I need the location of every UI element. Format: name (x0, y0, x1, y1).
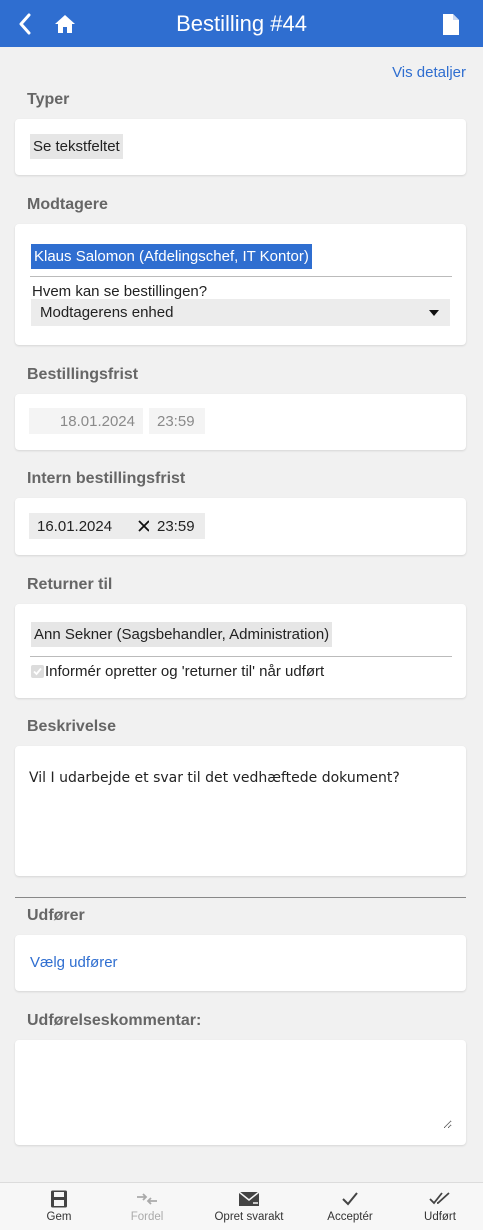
recipient-chip[interactable]: Klaus Salomon (Afdelingschef, IT Kontor) (31, 244, 312, 269)
beskrivelse-card: Vil I udarbejde et svar til det vedhæfte… (15, 746, 466, 876)
section-label-intern-frist: Intern bestillingsfrist (27, 470, 186, 487)
save-label: Gem (46, 1211, 72, 1223)
return-to-input-underline (30, 656, 452, 657)
visibility-question: Hvem kan se bestillingen? (32, 283, 208, 300)
section-label-kommentar: Udførelseskommentar: (27, 1012, 202, 1029)
section-label-returner-til: Returner til (27, 576, 113, 593)
return-to-chip[interactable]: Ann Sekner (Sagsbehandler, Administratio… (31, 622, 333, 647)
section-label-modtagere: Modtagere (27, 196, 108, 213)
document-icon[interactable] (438, 11, 464, 37)
page-title: Bestilling #44 (176, 11, 307, 36)
double-check-icon (429, 1190, 451, 1208)
accept-button[interactable]: Acceptér (311, 1183, 389, 1230)
accept-label: Acceptér (327, 1211, 373, 1223)
type-chip[interactable]: Se tekstfeltet (30, 134, 123, 159)
bestillingsfrist-card: 18.01.2024 23:59 (15, 394, 466, 450)
done-label: Udført (424, 1211, 456, 1223)
show-details-link[interactable]: Vis detaljer (392, 64, 466, 81)
section-label-udforer: Udfører (27, 907, 85, 924)
section-label-bestillingsfrist: Bestillingsfrist (27, 366, 139, 383)
returner-til-card: Ann Sekner (Sagsbehandler, Administratio… (15, 604, 466, 698)
bottom-toolbar: Gem Fordel Opret svarakt Acceptér Udført (0, 1182, 483, 1230)
create-reply-label: Opret svarakt (214, 1211, 284, 1223)
deadline-date-field: 18.01.2024 (29, 408, 143, 434)
caret-down-icon (429, 310, 439, 316)
distribute-button[interactable]: Fordel (108, 1183, 186, 1230)
visibility-select[interactable]: Modtagerens enhed (31, 299, 450, 326)
choose-executor-link[interactable]: Vælg udfører (30, 954, 118, 971)
section-label-beskrivelse: Beskrivelse (27, 718, 116, 735)
distribute-icon (136, 1190, 158, 1208)
udforer-card: Vælg udfører (15, 935, 466, 991)
recipient-input-underline (30, 276, 452, 277)
visibility-select-value: Modtagerens enhed (40, 304, 174, 321)
section-divider (15, 897, 466, 898)
internal-deadline-time-field[interactable]: 23:59 (149, 513, 205, 539)
reply-mail-icon (238, 1190, 260, 1208)
deadline-time-field: 23:59 (149, 408, 205, 434)
save-button[interactable]: Gem (20, 1183, 98, 1230)
modtagere-card: Klaus Salomon (Afdelingschef, IT Kontor)… (15, 224, 466, 345)
save-icon (48, 1190, 70, 1208)
section-label-typer: Typer (27, 91, 70, 108)
app-header: Bestilling #44 (0, 0, 483, 47)
check-icon (339, 1190, 361, 1208)
done-button[interactable]: Udført (401, 1183, 479, 1230)
distribute-label: Fordel (130, 1211, 164, 1223)
notify-label: Informér opretter og 'returner til' når … (45, 663, 325, 680)
internal-deadline-date-field[interactable]: 16.01.2024 (29, 513, 157, 539)
kommentar-card (15, 1040, 466, 1145)
typer-card: Se tekstfeltet (15, 119, 466, 175)
description-text: Vil I udarbejde et svar til det vedhæfte… (29, 770, 400, 786)
notify-checkbox[interactable] (31, 665, 44, 678)
comment-textarea[interactable] (29, 1053, 452, 1129)
create-reply-button[interactable]: Opret svarakt (200, 1183, 298, 1230)
internal-deadline-date-value: 16.01.2024 (37, 518, 113, 535)
intern-frist-card: 16.01.2024 23:59 (15, 498, 466, 555)
